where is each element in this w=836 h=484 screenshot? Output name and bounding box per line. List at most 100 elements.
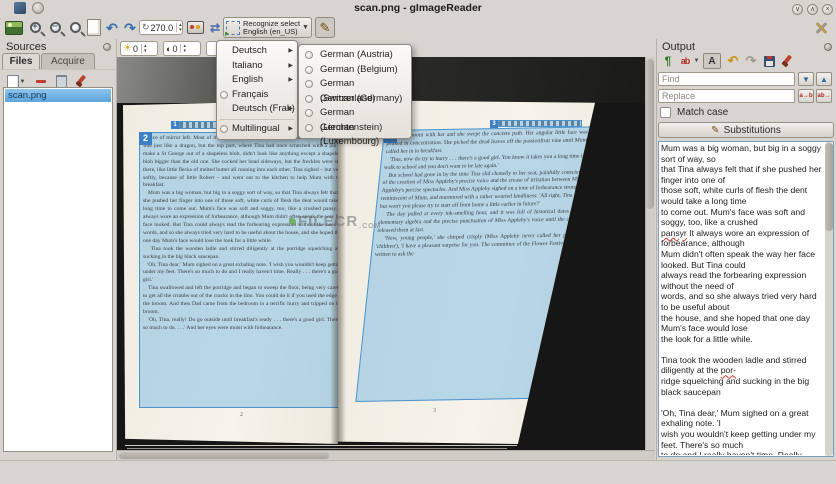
fit-page-icon — [87, 19, 101, 36]
best-fit-button[interactable] — [85, 18, 103, 37]
find-replace-toggle[interactable]: A — [703, 53, 721, 69]
menu-item-deutsch[interactable]: Deutsch — [217, 44, 297, 59]
zoom-out-icon: − — [50, 22, 61, 33]
brightness-spinner[interactable]: ▴▾ — [141, 44, 149, 53]
undo-icon: ↶ — [728, 53, 739, 69]
insert-text-icon: ¶ — [665, 54, 672, 68]
rotate-right-icon: ↷ — [124, 21, 136, 35]
recognize-button[interactable]: Recognize selection English (en_US) — [223, 17, 301, 38]
submenu-item-german-switzerland[interactable]: German (Switzerland) — [299, 77, 411, 92]
rotate-right-button[interactable]: ↷ — [121, 18, 139, 37]
recognize-label-line2: English (en_US) — [243, 27, 298, 36]
sources-pin-icon[interactable] — [103, 43, 111, 51]
tab-acquire[interactable]: Acquire — [41, 53, 95, 69]
save-icon — [764, 56, 775, 67]
sources-toolbar: ▼ — [0, 69, 116, 88]
tab-files[interactable]: Files — [2, 53, 40, 69]
replace-icon: a→b — [799, 93, 812, 99]
settings-button[interactable] — [812, 18, 830, 37]
insert-mode-button[interactable]: ¶ — [660, 53, 676, 69]
zoom-in-button[interactable]: + — [26, 18, 44, 37]
display-controls-button[interactable] — [186, 18, 204, 37]
replace-input[interactable] — [658, 89, 795, 103]
brightness-spinbox[interactable]: ☀ 0 ▴▾ — [120, 41, 158, 56]
clear-output-button[interactable] — [779, 53, 795, 69]
contrast-value: 0 — [172, 44, 177, 54]
redo-icon: ↷ — [746, 53, 757, 69]
canvas-hscrollbar-thumb[interactable] — [119, 452, 329, 459]
replace-all-button[interactable]: ab→ — [816, 89, 832, 103]
rotate-left-button[interactable]: ↶ — [103, 18, 121, 37]
rotation-icon: ↻ — [142, 22, 150, 33]
book-page-left: 1 a slice of mirror left. Most of it was… — [123, 100, 338, 444]
replace-mode-button[interactable]: ab — [678, 53, 692, 69]
rotation-spinbox[interactable]: ↻ 270.0 ▴▾ — [139, 20, 183, 35]
left-page-number: 2 — [240, 412, 243, 418]
file-list-item-selected[interactable]: scan.png — [5, 89, 111, 102]
radio-icon — [305, 109, 313, 117]
rotation-spinner[interactable]: ▴▾ — [176, 23, 184, 32]
output-pin-icon[interactable] — [824, 43, 832, 51]
maximize-button[interactable]: ∧ — [807, 4, 818, 15]
close-button[interactable]: × — [822, 4, 833, 15]
submenu-item-german-belgium[interactable]: German (Belgium) — [299, 63, 411, 78]
ocr-region-right-body[interactable]: took the broom with her and she swept th… — [355, 126, 595, 402]
find-prev-button[interactable]: ▲ — [816, 72, 832, 86]
contrast-spinbox[interactable]: ◐ 0 ▴▾ — [163, 41, 201, 56]
right-page-text: took the broom with her and she swept th… — [357, 127, 592, 399]
substitutions-button[interactable]: ✎ Substitutions — [658, 122, 834, 138]
title-bar[interactable]: scan.png - gImageReader ∨ ∧ × — [0, 0, 836, 17]
output-text: Mum was a big woman, but big in a soggy … — [661, 143, 823, 455]
replace-text-icon: ab — [681, 56, 690, 66]
insert-mode-dropdown[interactable]: ▼ — [692, 53, 700, 69]
save-output-button[interactable] — [761, 53, 777, 69]
menu-item-english[interactable]: English — [217, 73, 297, 88]
chevron-down-icon: ▼ — [694, 58, 700, 64]
radio-icon — [305, 124, 313, 132]
autolayout-icon: ⇄ — [210, 21, 220, 35]
toggle-output-pane-button[interactable]: ✎ — [315, 17, 335, 38]
output-scrollbar-thumb[interactable] — [825, 143, 833, 231]
arrow-up-icon: ▲ — [820, 75, 828, 84]
ocr-marker-2: 2 — [139, 132, 152, 145]
find-input[interactable] — [658, 72, 795, 86]
menu-item-francais[interactable]: Français — [217, 88, 297, 103]
wrench-icon — [814, 21, 828, 35]
match-case-label: Match case — [677, 107, 728, 118]
recognize-language-dropdown[interactable]: ▼ — [300, 17, 312, 38]
splitter-right[interactable] — [656, 39, 657, 460]
submenu-item-german-germany[interactable]: German (Germany) — [299, 92, 411, 107]
menu-separator — [220, 119, 294, 120]
left-page-text: a slice of mirror left. Most of it was b… — [140, 133, 338, 405]
gimagereader-window: scan.png - gImageReader ∨ ∧ × + − ↶ ↷ ↻ … — [0, 0, 836, 484]
autolayout-button[interactable]: ⇄ — [206, 18, 224, 37]
zoom-original-icon — [70, 22, 81, 33]
open-button[interactable] — [5, 18, 23, 37]
replace-button[interactable]: a→b — [798, 89, 814, 103]
contrast-spinner[interactable]: ▴▾ — [180, 44, 188, 53]
undo-button[interactable]: ↶ — [725, 53, 741, 69]
sources-file-list[interactable]: scan.png — [3, 87, 113, 452]
zoom-in-icon: + — [30, 22, 41, 33]
splitter-left[interactable] — [116, 39, 117, 460]
output-textarea[interactable]: Mum was a big woman, but big in a soggy … — [658, 141, 834, 457]
menu-item-italiano[interactable]: Italiano — [217, 59, 297, 74]
submenu-item-german-luxembourg[interactable]: German (Luxembourg) — [299, 121, 411, 136]
minimize-button[interactable]: ∨ — [792, 4, 803, 15]
status-bar: To recognize specific areas, drag rectan… — [0, 460, 836, 484]
menu-item-deutsch-frak[interactable]: Deutsch (Frak) — [217, 102, 297, 117]
match-case-checkbox[interactable] — [660, 107, 671, 118]
page-stack-edge — [125, 445, 517, 446]
zoom-out-button[interactable]: − — [46, 18, 64, 37]
menu-item-multilingual[interactable]: Multilingual — [217, 122, 297, 137]
german-variants-submenu: German (Austria) German (Belgium) German… — [298, 44, 412, 139]
submenu-item-german-liechtenstein[interactable]: German (Liechtenstein) — [299, 106, 411, 121]
zoom-original-button[interactable] — [66, 18, 84, 37]
canvas-vscrollbar-thumb[interactable] — [646, 59, 654, 209]
radio-icon — [220, 125, 228, 133]
find-next-button[interactable]: ▼ — [798, 72, 814, 86]
ocr-region-left-body[interactable]: a slice of mirror left. Most of it was b… — [139, 132, 338, 408]
redo-button[interactable]: ↷ — [743, 53, 759, 69]
radio-icon — [305, 95, 313, 103]
submenu-item-german-austria[interactable]: German (Austria) — [299, 48, 411, 63]
